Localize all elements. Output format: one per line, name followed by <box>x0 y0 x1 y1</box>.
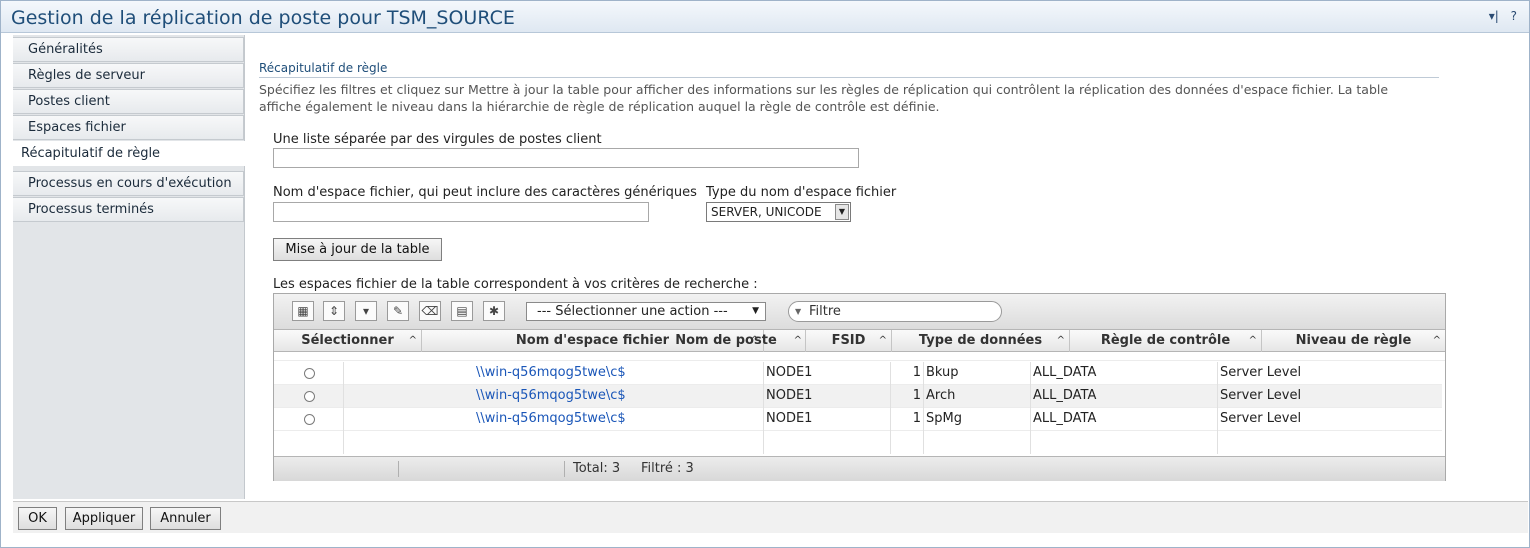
sidebar-item-file-spaces[interactable]: Espaces fichier <box>13 115 244 140</box>
col-rule-level[interactable]: Niveau de règle ^ <box>1262 330 1445 352</box>
col-label: Nom de poste <box>675 333 777 348</box>
select-cell <box>274 385 344 408</box>
row-radio[interactable] <box>304 391 315 402</box>
sidebar: Généralités Règles de serveur Postes cli… <box>13 35 246 499</box>
data-type-cell: Bkup <box>924 362 1031 385</box>
select-cell <box>274 408 344 431</box>
select-cell <box>274 362 344 385</box>
fs-name-link[interactable]: \\win-q56mqog5twe\c$ <box>344 362 764 385</box>
apply-button[interactable]: Appliquer <box>65 507 143 530</box>
table-toolbar: ▦ ⇕ ▾ ✎ ⌫ ▤ ✱ --- Sélectionner une actio… <box>274 294 1445 330</box>
col-control-rule[interactable]: Règle de contrôle ^ <box>1070 330 1262 352</box>
filter-placeholder: Filtre <box>809 304 841 319</box>
filter-dropdown-icon[interactable]: ▼ <box>795 302 801 321</box>
action-select[interactable]: --- Sélectionner une action --- ▼ <box>526 302 766 321</box>
rule-cell: ALL_DATA <box>1031 385 1218 408</box>
level-cell: Server Level <box>1220 365 1302 380</box>
fs-name-link[interactable]: \\win-q56mqog5twe\c$ <box>344 408 764 431</box>
data-type-cell: SpMg <box>924 408 1031 431</box>
results-label: Les espaces fichier de la table correspo… <box>273 277 758 292</box>
fs-type-select[interactable]: SERVER, UNICODE ▼ <box>706 202 851 222</box>
col-label: Type de données <box>918 333 1043 348</box>
fsid-cell: 1 <box>891 362 924 385</box>
table-row[interactable]: \\win-q56mqog5twe\c$ NODE1 1 Arch ALL_DA… <box>274 385 1442 408</box>
sort-icon: ^ <box>408 335 417 346</box>
section-description: Spécifiez les filtres et cliquez sur Met… <box>259 82 1389 114</box>
level-cell: Server Level <box>1220 388 1302 403</box>
table-row[interactable]: \\win-q56mqog5twe\c$ NODE1 1 Bkup ALL_DA… <box>274 362 1442 385</box>
empty-row <box>274 431 1442 454</box>
col-fsid[interactable]: FSID ^ <box>806 330 892 352</box>
col-data-type[interactable]: Type de données ^ <box>892 330 1070 352</box>
help-icon[interactable]: ? <box>1511 9 1517 23</box>
chevron-down-icon: ▼ <box>752 306 759 316</box>
action-select-value: --- Sélectionner une action --- <box>537 304 728 319</box>
sort-icon: ^ <box>793 335 802 346</box>
table-header: Sélectionner ^ Nom d'espace fichier ^ Nom … <box>274 330 1445 352</box>
client-list-input[interactable] <box>273 148 859 168</box>
clear-icon[interactable]: ⌫ <box>419 301 441 321</box>
fs-type-selected: SERVER, UNICODE <box>711 205 822 219</box>
section-title: Récapitulatif de règle <box>259 61 1439 78</box>
file-space-table: ▦ ⇕ ▾ ✎ ⌫ ▤ ✱ --- Sélectionner une actio… <box>273 293 1446 481</box>
fsid-cell: 1 <box>891 385 924 408</box>
settings-icon[interactable]: ✱ <box>483 301 505 321</box>
title-bar: Gestion de la réplication de poste pour … <box>1 1 1529 33</box>
node-cell: NODE1 <box>764 362 891 385</box>
update-table-button[interactable]: Mise à jour de la table <box>273 238 442 261</box>
col-label: FSID <box>831 333 866 348</box>
portlet-window: Gestion de la réplication de poste pour … <box>0 0 1530 548</box>
fs-name-link[interactable]: \\win-q56mqog5twe\c$ <box>344 385 764 408</box>
fs-type-label: Type du nom d'espace fichier <box>706 185 897 200</box>
row-radio[interactable] <box>304 368 315 379</box>
column-filter-row <box>274 352 1445 361</box>
portlet-menu-icon[interactable]: ▾| <box>1489 9 1499 23</box>
client-list-label: Une liste séparée par des virgules de po… <box>273 132 602 147</box>
fs-name-label: Nom d'espace fichier, qui peut inclure d… <box>273 185 697 200</box>
chevron-down-icon: ▼ <box>835 204 849 220</box>
fs-name-input[interactable] <box>273 202 649 222</box>
sidebar-item-generalites[interactable]: Généralités <box>13 37 244 62</box>
filtered-count: Filtré : 3 <box>641 461 694 476</box>
collapse-icon[interactable]: ⇕ <box>323 301 345 321</box>
table-row[interactable]: \\win-q56mqog5twe\c$ NODE1 1 SpMg ALL_DA… <box>274 408 1442 431</box>
col-label: Sélectionner <box>301 333 394 348</box>
sort-icon: ^ <box>1248 335 1257 346</box>
total-count: Total: 3 <box>573 461 621 476</box>
edit-icon[interactable]: ✎ <box>387 301 409 321</box>
sidebar-item-client-nodes[interactable]: Postes client <box>13 89 244 114</box>
ok-button[interactable]: OK <box>18 507 57 530</box>
table-icon[interactable]: ▦ <box>292 301 314 321</box>
fsid-cell: 1 <box>891 408 924 431</box>
cancel-button[interactable]: Annuler <box>150 507 221 530</box>
sidebar-item-completed-processes[interactable]: Processus terminés <box>13 197 244 222</box>
node-cell: NODE1 <box>764 408 891 431</box>
action-bar: OK Appliquer Annuler <box>13 501 1528 533</box>
col-label: Niveau de règle <box>1295 333 1412 348</box>
table-footer: Total: 3 Filtré : 3 <box>274 456 1445 481</box>
sort-icon: ^ <box>1432 335 1441 346</box>
sidebar-item-server-rules[interactable]: Règles de serveur <box>13 63 244 88</box>
export-icon[interactable]: ▤ <box>451 301 473 321</box>
sort-icon: ^ <box>1056 335 1065 346</box>
sidebar-item-rule-summary[interactable]: Récapitulatif de règle <box>13 141 246 166</box>
node-cell: NODE1 <box>764 385 891 408</box>
sidebar-item-running-processes[interactable]: Processus en cours d'exécution <box>13 171 244 196</box>
level-cell: Server Level <box>1220 411 1302 426</box>
rule-cell: ALL_DATA <box>1031 362 1218 385</box>
data-type-cell: Arch <box>924 385 1031 408</box>
row-radio[interactable] <box>304 414 315 425</box>
filter-input[interactable]: ▼ Filtre <box>788 301 1002 322</box>
expand-filter-icon[interactable]: ▾ <box>355 301 377 321</box>
title-actions: ▾| ? <box>1481 9 1517 23</box>
rule-cell: ALL_DATA <box>1031 408 1218 431</box>
window-title: Gestion de la réplication de poste pour … <box>11 7 515 29</box>
col-select[interactable]: Sélectionner ^ <box>274 330 422 352</box>
sort-icon: ^ <box>878 335 887 346</box>
col-label: Règle de contrôle <box>1100 333 1231 348</box>
col-node-name[interactable]: Nom de poste ^ <box>646 330 806 352</box>
